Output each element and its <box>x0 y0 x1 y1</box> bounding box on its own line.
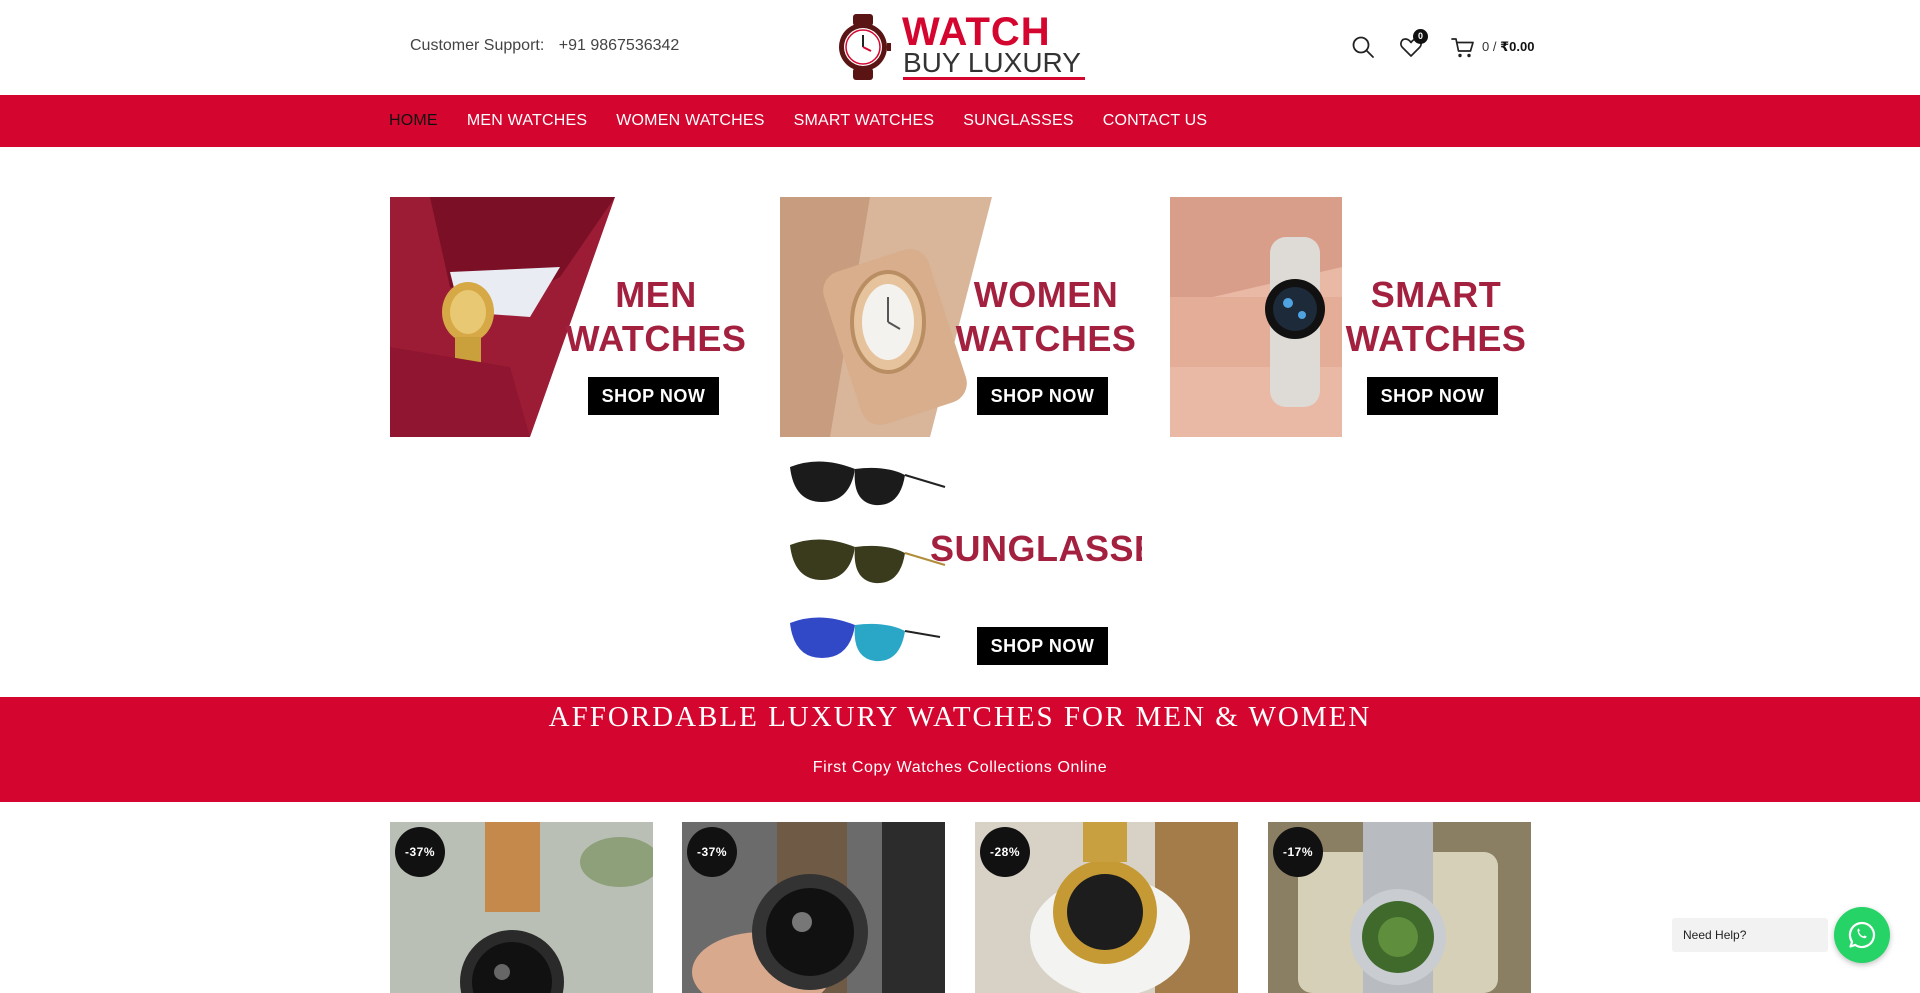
cart-summary[interactable]: 0 / ₹0.00 <box>1482 39 1534 55</box>
nav-item-men-watches[interactable]: MEN WATCHES <box>467 112 587 130</box>
cart-button[interactable] <box>1450 34 1476 60</box>
whatsapp-chat-button[interactable] <box>1834 907 1890 963</box>
category-title: SUNGLASSES <box>930 528 1142 569</box>
need-help-label[interactable]: Need Help? <box>1672 918 1828 952</box>
product-card[interactable]: -28% <box>975 822 1238 993</box>
product-card[interactable]: -37% <box>682 822 945 993</box>
category-banner-men[interactable]: MEN WATCHES SHOP NOW <box>390 197 752 437</box>
support-label: Customer Support: <box>410 37 545 54</box>
wishlist-count-badge: 0 <box>1413 29 1428 44</box>
whatsapp-icon <box>1848 921 1876 949</box>
watch-logo-icon <box>839 14 891 80</box>
site-logo[interactable]: WATCH BUY LUXURY <box>834 10 1086 82</box>
discount-badge: -28% <box>980 827 1030 877</box>
category-banner-smart[interactable]: SMART WATCHES SHOP NOW <box>1170 197 1532 437</box>
category-title-line2: WATCHES <box>1345 318 1527 359</box>
category-banner-sunglasses[interactable]: SUNGLASSES SHOP NOW <box>780 447 1142 687</box>
smart-watch-photo <box>1170 197 1342 437</box>
site-header: Customer Support: +91 9867536342 WATCH B… <box>0 0 1920 95</box>
cart-count: 0 / <box>1482 39 1497 54</box>
discount-badge: -37% <box>395 827 445 877</box>
category-title-line2: WATCHES <box>955 318 1137 359</box>
category-title: WOMEN WATCHES <box>950 273 1142 361</box>
category-title-line1: SMART <box>1370 274 1502 315</box>
category-title-line1: MEN <box>615 274 697 315</box>
support-phone[interactable]: +91 9867536342 <box>559 37 680 54</box>
category-title: MEN WATCHES <box>560 273 752 361</box>
nav-item-contact-us[interactable]: CONTACT US <box>1103 112 1208 130</box>
category-title-line1: WOMEN <box>973 274 1119 315</box>
cart-icon <box>1451 38 1474 58</box>
main-navigation: HOME MEN WATCHES WOMEN WATCHES SMART WAT… <box>0 95 1920 147</box>
promo-headline: AFFORDABLE LUXURY WATCHES FOR MEN & WOME… <box>548 701 1372 733</box>
category-title: SMART WATCHES <box>1340 273 1532 361</box>
shop-now-button[interactable]: SHOP NOW <box>588 377 719 415</box>
wishlist-button[interactable]: 0 <box>1398 29 1428 60</box>
cart-amount: ₹0.00 <box>1500 39 1535 54</box>
nav-item-women-watches[interactable]: WOMEN WATCHES <box>616 112 764 130</box>
nav-item-sunglasses[interactable]: SUNGLASSES <box>963 112 1073 130</box>
nav-item-home[interactable]: HOME <box>389 112 438 130</box>
discount-badge: -37% <box>687 827 737 877</box>
customer-support: Customer Support: +91 9867536342 <box>410 37 679 55</box>
sunglasses-photo <box>790 461 946 662</box>
discount-badge: -17% <box>1273 827 1323 877</box>
shop-now-button[interactable]: SHOP NOW <box>977 377 1108 415</box>
logo-wordmark-bottom: BUY LUXURY <box>903 47 1081 78</box>
category-banner-women[interactable]: WOMEN WATCHES SHOP NOW <box>780 197 1142 437</box>
nav-item-smart-watches[interactable]: SMART WATCHES <box>794 112 935 130</box>
product-card[interactable]: -37% <box>390 822 653 993</box>
logo-underline <box>903 77 1085 80</box>
shop-now-button[interactable]: SHOP NOW <box>977 627 1108 665</box>
search-icon[interactable] <box>1350 34 1376 60</box>
shop-now-button[interactable]: SHOP NOW <box>1367 377 1498 415</box>
header-actions: 0 0 / ₹0.00 <box>1350 29 1534 60</box>
category-title-line2: WATCHES <box>565 318 747 359</box>
product-card[interactable]: -17% <box>1268 822 1531 993</box>
promo-subline: First Copy Watches Collections Online <box>812 759 1108 776</box>
promo-band: AFFORDABLE LUXURY WATCHES FOR MEN & WOME… <box>0 697 1920 802</box>
